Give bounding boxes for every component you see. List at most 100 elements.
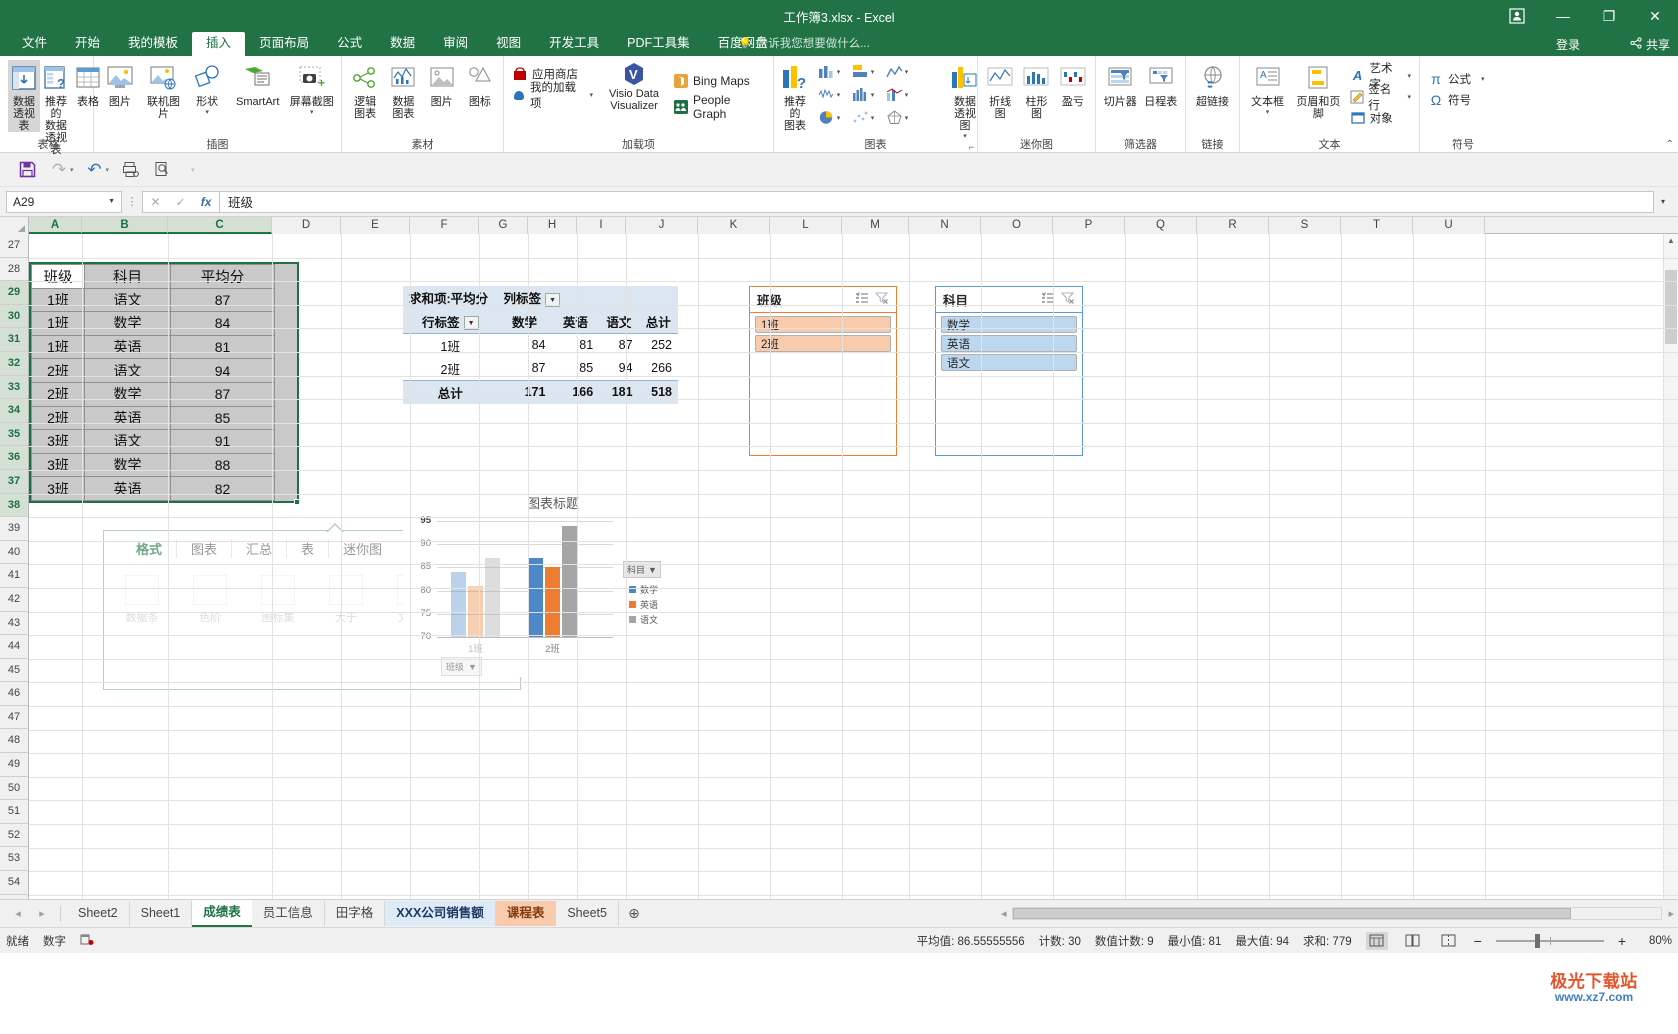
expand-formula-bar-icon[interactable]: ▾ <box>1654 197 1672 206</box>
table-cell[interactable]: 87 <box>170 381 275 407</box>
waterfall-chart-button[interactable]: ▾ <box>812 87 846 102</box>
table-cell[interactable]: 英语 <box>84 476 171 501</box>
share-button[interactable]: 共享 <box>1630 36 1670 53</box>
column-header-S[interactable]: S <box>1269 217 1341 234</box>
formula-actions[interactable]: ✕ ✓ fx <box>142 190 220 213</box>
table-header-cell[interactable]: 平均分 <box>170 264 275 289</box>
column-header-C[interactable]: C <box>168 217 272 234</box>
fill-handle[interactable] <box>294 499 300 505</box>
collapse-ribbon-button[interactable]: ⌃ <box>1666 139 1674 150</box>
slicer-item[interactable]: 语文 <box>941 354 1077 371</box>
column-header-G[interactable]: G <box>479 217 528 234</box>
sheet-tab-Sheet2[interactable]: Sheet2 <box>67 901 130 926</box>
icons-button[interactable]: 图标 <box>461 60 499 108</box>
chevron-down-icon[interactable]: ▾ <box>1481 76 1485 83</box>
row-header-48[interactable]: 48 <box>0 729 28 754</box>
line-chart-button[interactable]: ▾ <box>880 64 914 79</box>
row-header-31[interactable]: 31 <box>0 328 28 352</box>
row-header-28[interactable]: 28 <box>0 258 28 282</box>
visio-data-visualizer-button[interactable]: V Visio Data Visualizer <box>603 60 665 112</box>
row-header-47[interactable]: 47 <box>0 706 28 730</box>
quick-access-toolbar[interactable]: ↷ ▾ ↶ ▾ ▾ <box>0 153 1678 187</box>
column-header-T[interactable]: T <box>1341 217 1413 234</box>
column-header-D[interactable]: D <box>272 217 341 234</box>
screenshot-button[interactable]: + 屏幕截图 ▾ <box>286 60 337 116</box>
quick-analysis-option[interactable]: 大于 <box>326 575 366 641</box>
equation-button[interactable]: π 公式 ▾ <box>1424 68 1502 89</box>
table-row[interactable]: 1班 数学 84 <box>31 311 275 336</box>
table-cell[interactable]: 3班 <box>31 452 85 478</box>
slicer-item[interactable]: 1班 <box>755 316 891 333</box>
row-headers[interactable]: 27 28 29 30 31 32 33 34 35 36 37 38 39 40 41 42 43 44 45 46… <box>0 234 29 899</box>
row-header-54[interactable]: 54 <box>0 871 28 895</box>
vertical-scrollbar[interactable]: ▲ ▼ <box>1663 234 1678 899</box>
table-cell[interactable]: 数学 <box>84 452 171 478</box>
sheet-tab-XXX公司销售额[interactable]: XXX公司销售额 <box>385 901 496 926</box>
row-header-40[interactable]: 40 <box>0 541 28 565</box>
row-header-43[interactable]: 43 <box>0 612 28 636</box>
row-header-30[interactable]: 30 <box>0 304 28 329</box>
table-cell[interactable]: 3班 <box>31 476 85 501</box>
insert-function-icon[interactable]: fx <box>201 195 212 209</box>
row-header-35[interactable]: 35 <box>0 422 28 447</box>
table-cell[interactable]: 3班 <box>31 429 85 454</box>
table-row[interactable]: 1班 英语 81 <box>31 334 275 360</box>
quick-analysis-option[interactable]: 数据条 <box>122 575 162 641</box>
pivot-table-button[interactable]: 数据 透视表 <box>8 60 40 132</box>
column-chart-button[interactable]: ▾ <box>812 64 846 79</box>
zoom-in-button[interactable]: + <box>1618 933 1626 949</box>
table-header-cell[interactable]: 科目 <box>84 264 171 289</box>
account-icon[interactable] <box>1506 5 1528 27</box>
pivot-row[interactable]: 1班848187252 <box>403 333 678 357</box>
picture-button[interactable]: 图片 <box>98 60 142 108</box>
data-chart-button[interactable]: 数据 图表 <box>384 60 422 120</box>
table-cell[interactable]: 85 <box>170 405 275 431</box>
cell-area[interactable]: 班级 科目 平均分 1班 语文 87 1班 数学 84 1班 英语 81 2班 语文 94 2班 数学 87 2班英… <box>29 234 1678 899</box>
sparkline-line-button[interactable]: 折线图 <box>982 60 1018 120</box>
tell-me-box[interactable]: 💡 告诉我您想要做什么... <box>738 35 870 51</box>
histogram-button[interactable]: ▾ <box>846 87 880 102</box>
table-cell[interactable]: 2班 <box>31 405 85 431</box>
customize-qat-icon[interactable]: ▾ <box>191 166 195 174</box>
table-cell[interactable]: 81 <box>170 334 275 360</box>
close-button[interactable]: ✕ <box>1632 0 1678 32</box>
chevron-down-icon[interactable]: ▼ <box>108 198 115 205</box>
column-header-E[interactable]: E <box>341 217 410 234</box>
cancel-formula-icon[interactable]: ✕ <box>151 195 161 209</box>
redo-dropdown-icon[interactable]: ▾ <box>70 166 74 174</box>
row-header-46[interactable]: 46 <box>0 682 28 706</box>
slicer-class-items[interactable]: 1班2班 <box>750 313 896 352</box>
save-icon[interactable] <box>12 157 42 183</box>
table-cell[interactable]: 1班 <box>31 287 85 313</box>
table-cell[interactable]: 94 <box>170 358 275 383</box>
pivot-chart-button[interactable]: 数据透视图 ▾ <box>948 60 982 140</box>
ribbon-tab-审阅[interactable]: 审阅 <box>429 32 482 56</box>
object-button[interactable]: 对象 <box>1346 107 1415 128</box>
sparkline-column-button[interactable]: 柱形图 <box>1018 60 1054 120</box>
sheet-tab-Sheet1[interactable]: Sheet1 <box>130 901 193 926</box>
slicer-item[interactable]: 2班 <box>755 335 891 352</box>
chevron-down-icon[interactable]: ▾ <box>871 92 875 99</box>
table-cell[interactable]: 87 <box>170 287 275 313</box>
sheet-tabs[interactable]: Sheet2 Sheet1 成绩表 员工信息 田字格 XXX公司销售额 课程表 Sheet5 <box>67 900 619 927</box>
select-all-button[interactable] <box>0 217 29 234</box>
hyperlink-button[interactable]: 超链接 <box>1190 60 1235 108</box>
material-picture-button[interactable]: 图片 <box>423 60 461 108</box>
ribbon-tab-开始[interactable]: 开始 <box>61 32 114 56</box>
table-row[interactable]: 2班 数学 87 <box>31 381 275 407</box>
sheet-tab-员工信息[interactable]: 员工信息 <box>252 901 325 926</box>
ribbon-tab-公式[interactable]: 公式 <box>323 32 376 56</box>
column-header-J[interactable]: J <box>626 217 698 234</box>
chevron-down-icon[interactable]: ▾ <box>905 92 909 99</box>
print-preview-icon[interactable] <box>147 157 177 183</box>
table-cell[interactable]: 语文 <box>84 429 171 454</box>
slicer-class[interactable]: 班级 1班2班 <box>749 286 897 456</box>
chevron-down-icon[interactable]: ▼ <box>468 662 477 672</box>
chevron-down-icon[interactable]: ▾ <box>1408 73 1412 80</box>
chevron-down-icon[interactable]: ▾ <box>205 109 209 116</box>
chevron-down-icon[interactable]: ▾ <box>871 69 875 76</box>
table-row[interactable]: 1班 语文 87 <box>31 287 275 313</box>
column-header-Q[interactable]: Q <box>1125 217 1197 234</box>
row-header-51[interactable]: 51 <box>0 800 28 824</box>
column-header-row[interactable]: ABCDEFGHIJKLMNOPQRSTU <box>29 217 1485 234</box>
